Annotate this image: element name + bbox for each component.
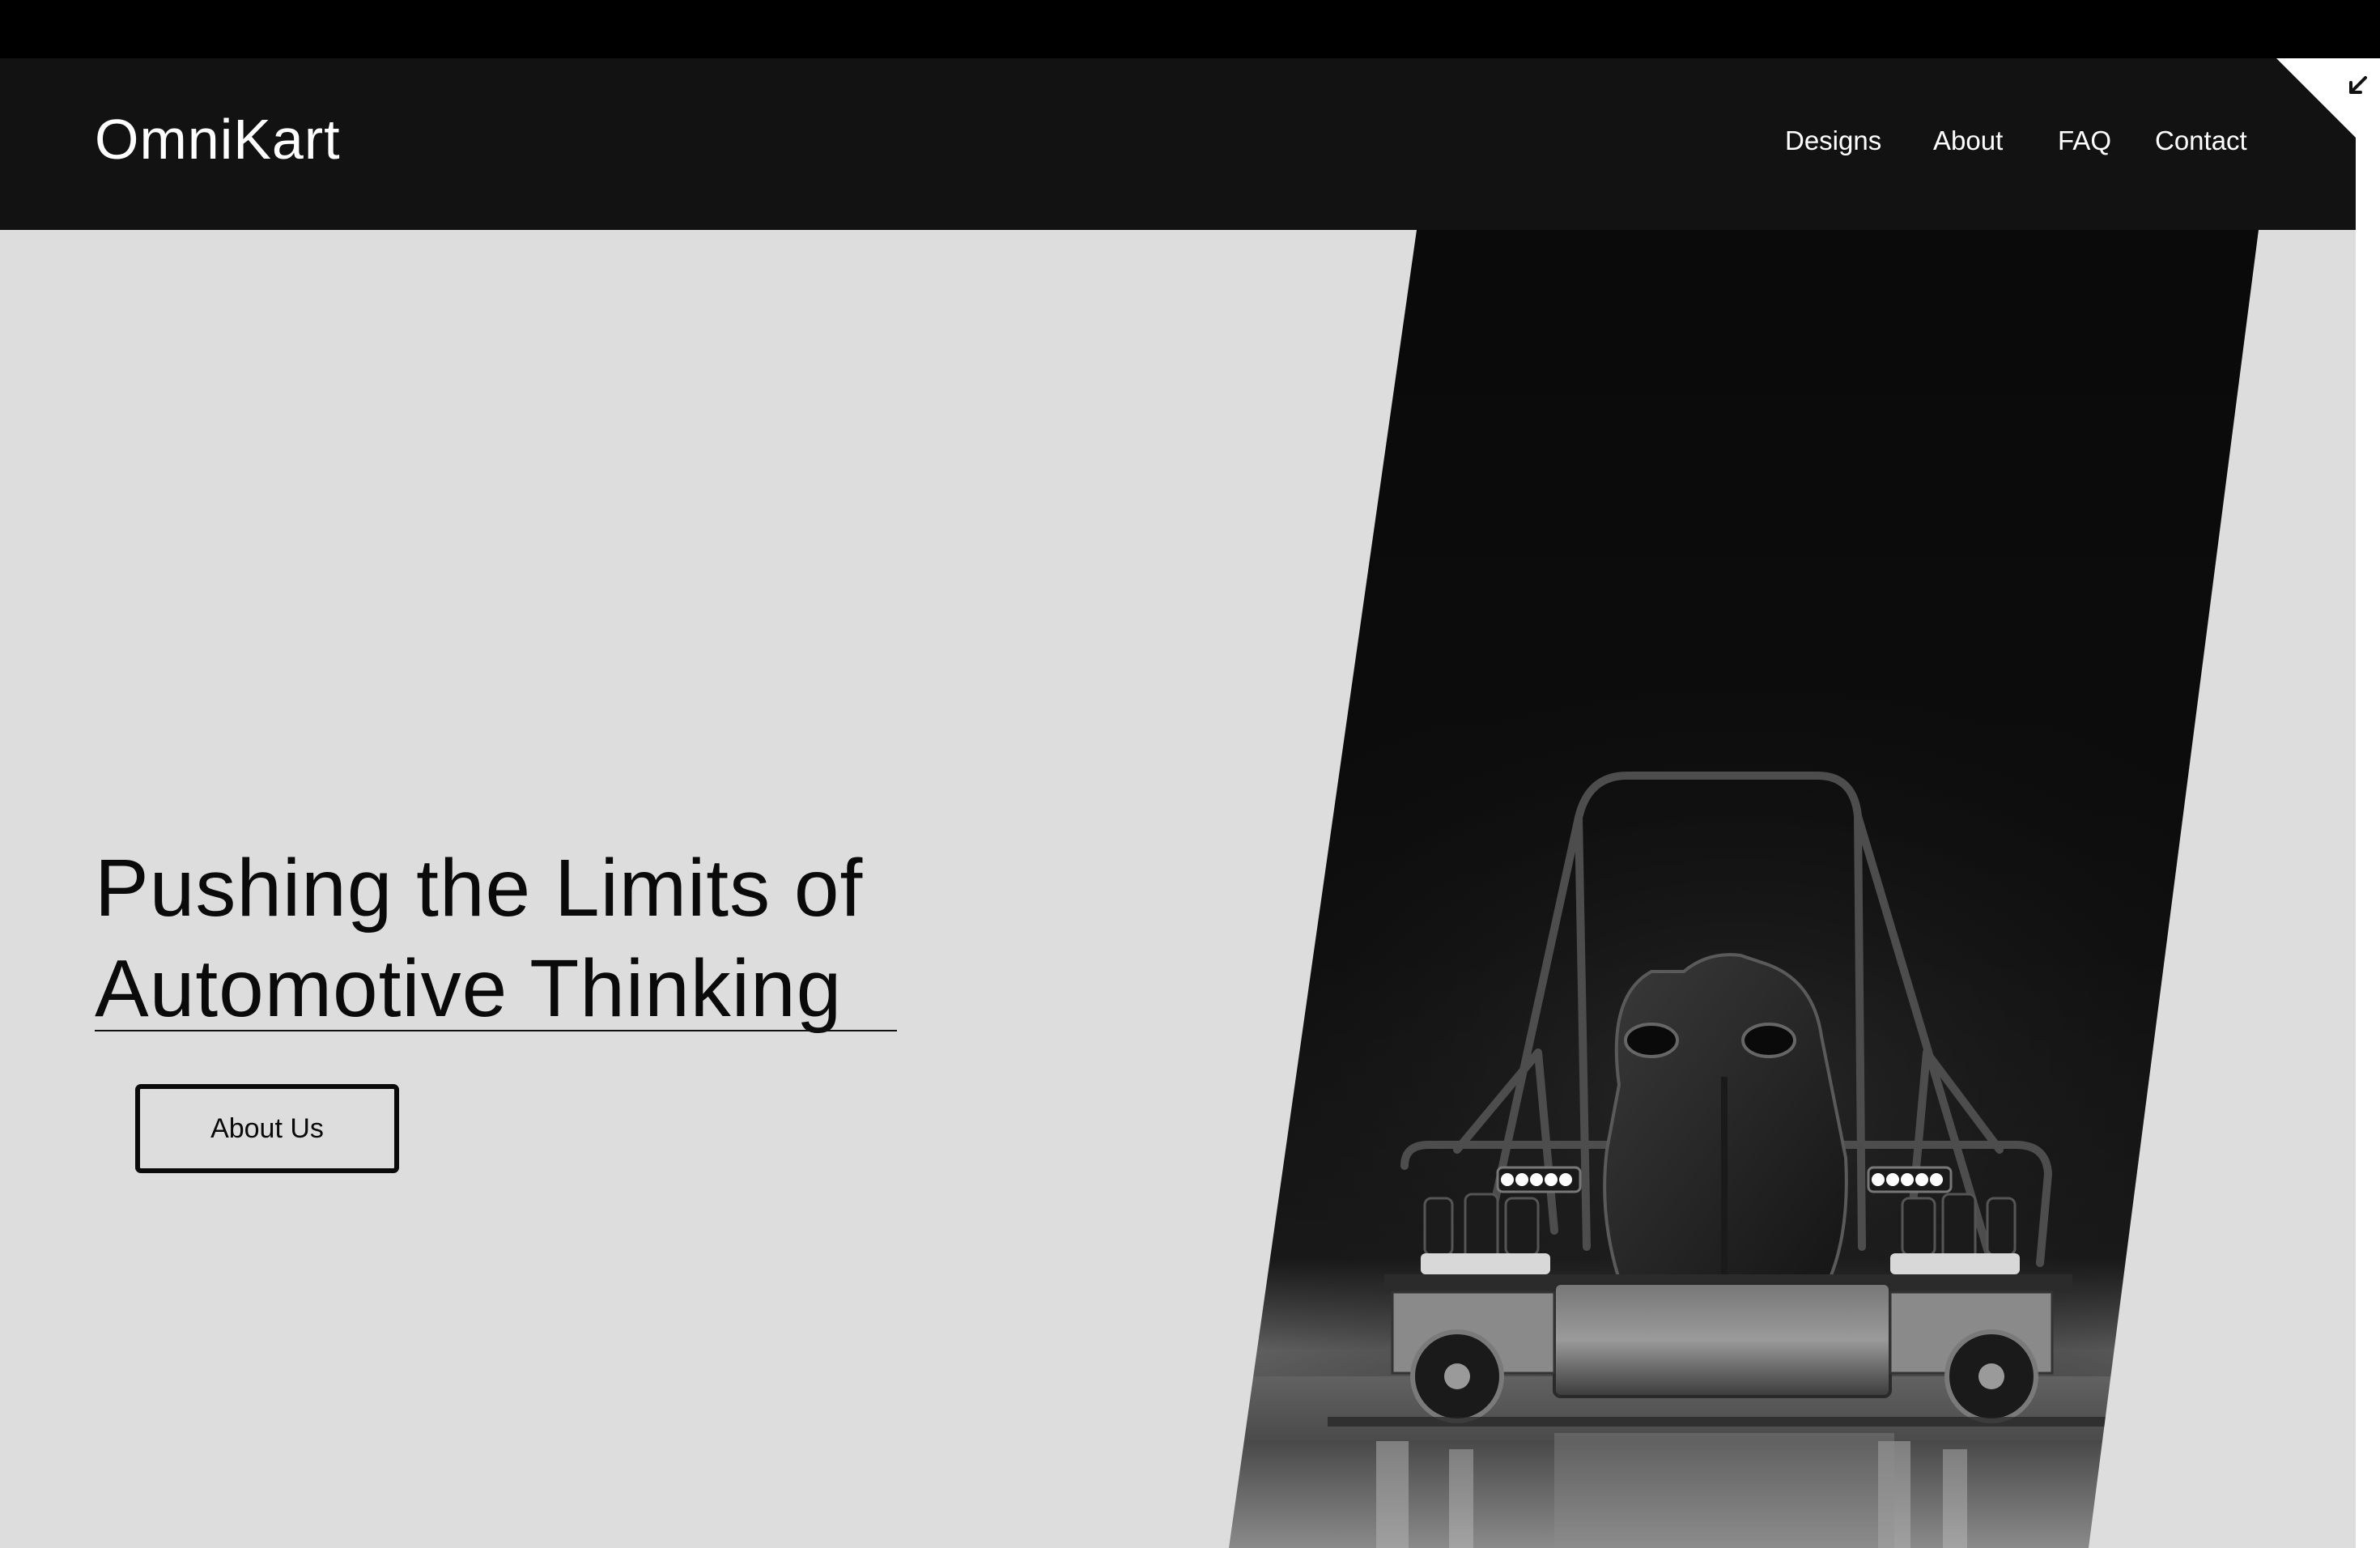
divider xyxy=(95,1030,897,1031)
arrow-down-left-icon[interactable] xyxy=(2276,58,2380,162)
hero-title-line-1: Pushing the Limits of xyxy=(95,843,864,933)
nav-faq[interactable]: FAQ xyxy=(2058,125,2111,156)
logo[interactable]: OmniKart xyxy=(95,107,341,172)
hero-image xyxy=(1229,230,2259,1548)
nav-contact[interactable]: Contact xyxy=(2155,125,2247,156)
about-us-button[interactable]: About Us xyxy=(135,1084,399,1173)
scrollbar-track[interactable] xyxy=(2356,58,2380,1548)
nav-designs[interactable]: Designs xyxy=(1785,125,1881,156)
hero-title-line-2: Automotive Thinking xyxy=(95,943,843,1034)
hero-title: Pushing the Limits of Automotive Thinkin… xyxy=(95,838,1066,1039)
nav-about[interactable]: About xyxy=(1933,125,2003,156)
page: OmniKart Designs About FAQ Contact Pushi… xyxy=(0,0,2380,1548)
